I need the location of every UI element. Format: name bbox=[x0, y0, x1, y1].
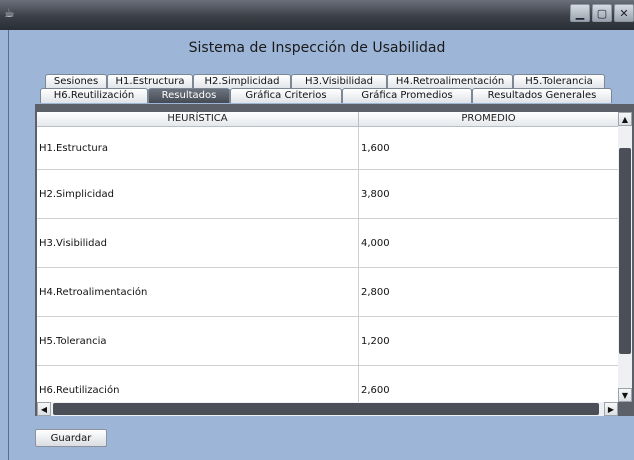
table-row[interactable]: H1.Estructura 1,600 bbox=[37, 127, 618, 170]
tab-resultados[interactable]: Resultados bbox=[148, 88, 230, 103]
promedio-cell: 2,600 bbox=[361, 384, 390, 396]
scroll-down-button[interactable]: ▼ bbox=[618, 388, 632, 402]
heuristica-cell: H4.Retroalimentación bbox=[37, 268, 359, 316]
chevron-down-icon: ▼ bbox=[621, 390, 629, 400]
close-icon: ✕ bbox=[619, 6, 629, 20]
vertical-scroll-thumb[interactable] bbox=[619, 148, 631, 354]
table-row[interactable]: H6.Reutilización 2,600 bbox=[37, 366, 618, 402]
results-table: HEURÍSTICA PROMEDIO H1.Estructura 1,600 … bbox=[37, 112, 618, 402]
table-row[interactable]: H3.Visibilidad 4,000 bbox=[37, 219, 618, 268]
table-row[interactable]: H4.Retroalimentación 2,800 bbox=[37, 268, 618, 317]
heuristica-cell: H2.Simplicidad bbox=[37, 170, 359, 218]
tab-row-1: Sesiones H1.Estructura H2.Simplicidad H3… bbox=[45, 74, 605, 89]
tab-h2-simplicidad[interactable]: H2.Simplicidad bbox=[193, 74, 291, 89]
page-title: Sistema de Inspección de Usabilidad bbox=[188, 40, 446, 56]
chevron-right-icon: ▶ bbox=[607, 404, 615, 414]
tab-grafica-promedios[interactable]: Gráfica Promedios bbox=[342, 88, 472, 103]
tab-h3-visibilidad[interactable]: H3.Visibilidad bbox=[291, 74, 387, 89]
table-row[interactable]: H2.Simplicidad 3,800 bbox=[37, 170, 618, 219]
tab-row-2: H6.Reutilización Resultados Gráfica Crit… bbox=[40, 88, 612, 103]
maximize-button[interactable]: ▢ bbox=[592, 4, 612, 22]
promedio-cell: 1,600 bbox=[361, 142, 390, 154]
chevron-up-icon: ▲ bbox=[621, 114, 629, 124]
heuristica-cell: H3.Visibilidad bbox=[37, 219, 359, 267]
scroll-left-button[interactable]: ◀ bbox=[37, 402, 51, 416]
tab-h4-retroalimentacion[interactable]: H4.Retroalimentación bbox=[387, 74, 513, 89]
promedio-cell: 4,000 bbox=[361, 237, 390, 249]
scroll-right-button[interactable]: ▶ bbox=[604, 402, 618, 416]
tab-h6-reutilizacion[interactable]: H6.Reutilización bbox=[40, 88, 148, 103]
promedio-cell: 3,800 bbox=[361, 188, 390, 200]
table-row[interactable]: H5.Tolerancia 1,200 bbox=[37, 317, 618, 366]
minimize-button[interactable]: ▁ bbox=[570, 4, 590, 22]
horizontal-scrollbar[interactable]: ◀ ▶ bbox=[37, 402, 618, 416]
vertical-scrollbar[interactable]: ▲ ▼ bbox=[618, 112, 632, 402]
heuristica-cell: H1.Estructura bbox=[37, 127, 359, 169]
promedio-cell: 2,800 bbox=[361, 286, 390, 298]
save-button[interactable]: Guardar bbox=[35, 429, 107, 447]
table-header: HEURÍSTICA PROMEDIO bbox=[37, 112, 618, 127]
window-titlebar[interactable]: ☕ ▁ ▢ ✕ bbox=[0, 0, 634, 30]
close-button[interactable]: ✕ bbox=[614, 4, 634, 22]
column-header-heuristica[interactable]: HEURÍSTICA bbox=[37, 112, 359, 126]
minimize-icon: ▁ bbox=[575, 6, 585, 20]
window-controls: ▁ ▢ ✕ bbox=[570, 4, 634, 22]
scroll-up-button[interactable]: ▲ bbox=[618, 112, 632, 126]
maximize-icon: ▢ bbox=[596, 6, 608, 20]
results-panel: HEURÍSTICA PROMEDIO H1.Estructura 1,600 … bbox=[35, 104, 634, 416]
tab-sesiones[interactable]: Sesiones bbox=[45, 74, 107, 89]
coffee-cup-icon: ☕ bbox=[4, 6, 15, 20]
heuristica-cell: H5.Tolerancia bbox=[37, 317, 359, 365]
chevron-left-icon: ◀ bbox=[40, 404, 48, 414]
heuristica-cell: H6.Reutilización bbox=[37, 366, 359, 402]
tab-grafica-criterios[interactable]: Gráfica Criterios bbox=[230, 88, 342, 103]
tab-h5-tolerancia[interactable]: H5.Tolerancia bbox=[513, 74, 605, 89]
horizontal-scroll-thumb[interactable] bbox=[53, 403, 599, 415]
promedio-cell: 1,200 bbox=[361, 335, 390, 347]
column-header-promedio[interactable]: PROMEDIO bbox=[359, 112, 618, 126]
tab-resultados-generales[interactable]: Resultados Generales bbox=[472, 88, 612, 103]
tab-h1-estructura[interactable]: H1.Estructura bbox=[107, 74, 193, 89]
